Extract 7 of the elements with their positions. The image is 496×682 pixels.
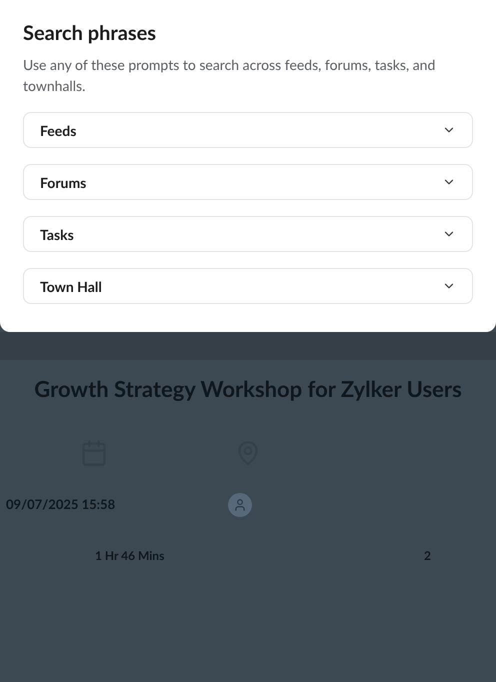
accordion-item[interactable]: Feeds bbox=[23, 112, 473, 148]
accordion-item[interactable]: Forums bbox=[23, 164, 473, 200]
accordion-item[interactable]: Town Hall bbox=[23, 268, 473, 304]
accordion-item[interactable]: Tasks bbox=[23, 216, 473, 252]
avatar bbox=[228, 493, 252, 517]
panel-title: Search phrases bbox=[23, 20, 158, 47]
panel-description: Use any of these prompts to search across feeds, forums, tasks, and townhalls. bbox=[23, 55, 436, 96]
